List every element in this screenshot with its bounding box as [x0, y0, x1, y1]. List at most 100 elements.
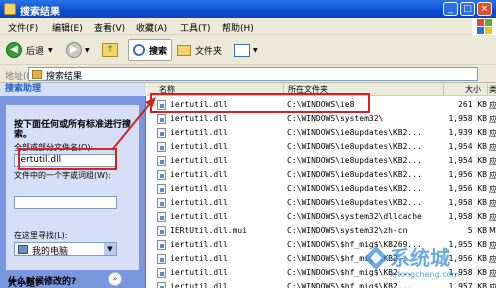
file-folder: C:\WINDOWS\ie8updates\KB2...	[287, 184, 422, 193]
file-name: iertutil.dll	[170, 184, 228, 193]
window-title: 搜索结果	[20, 7, 60, 18]
file-name: iertutil.dll	[170, 268, 228, 277]
lookin-value: 我的电脑	[32, 247, 69, 257]
watermark: 系统城 xitongcheng.com	[360, 240, 496, 288]
forward-arrow-icon: ▶	[66, 42, 82, 58]
file-type: M	[489, 226, 496, 235]
title-bar: 搜索结果 _ □ ×	[0, 0, 496, 18]
file-icon	[157, 170, 166, 180]
file-icon	[157, 226, 166, 236]
file-size: 1,958 KB	[448, 212, 487, 221]
chevron-down-icon: ▼	[253, 46, 258, 54]
file-type: 应	[489, 213, 496, 222]
file-name: iertutil.dll	[170, 212, 228, 221]
back-arrow-icon: ◀	[6, 42, 22, 58]
file-name: iertutil.dll	[170, 254, 228, 263]
watermark-text: 系统城	[390, 246, 450, 270]
file-size: 1,954 KB	[448, 156, 487, 165]
file-type: 应	[489, 199, 496, 208]
forward-button[interactable]: ▶ ▼	[66, 39, 90, 61]
menu-edit[interactable]: 编辑(E)	[52, 21, 83, 34]
close-button[interactable]: ×	[477, 2, 492, 16]
back-button[interactable]: ◀ 后退 ▼	[6, 39, 53, 61]
menu-tools[interactable]: 工具(T)	[180, 21, 211, 34]
file-type: 应	[489, 171, 496, 180]
search-button[interactable]: 搜索	[128, 39, 173, 61]
menu-file[interactable]: 文件(F)	[8, 21, 38, 34]
chevron-down-icon: ▼	[104, 243, 116, 255]
file-folder: C:\WINDOWS\ie8updates\KB2...	[287, 156, 422, 165]
word-input[interactable]	[14, 196, 117, 209]
column-divider[interactable]	[487, 84, 488, 95]
file-name: iertutil.dll	[170, 170, 228, 179]
file-icon	[157, 184, 166, 194]
file-icon	[157, 198, 166, 208]
address-input[interactable]: 搜索结果	[28, 67, 478, 82]
column-divider[interactable]	[443, 84, 444, 95]
column-size[interactable]: 大小	[465, 84, 481, 95]
file-name: IERtUtil.dll.mui	[170, 226, 248, 235]
file-name: iertutil.dll	[170, 282, 228, 288]
up-folder-button[interactable]: ↑	[102, 39, 118, 61]
minimize-button[interactable]: _	[443, 2, 458, 16]
table-row[interactable]: iertutil.dll C:\WINDOWS\ie8updates\KB2...…	[147, 154, 496, 168]
section-size[interactable]: 大小是?	[8, 276, 40, 288]
search-folder-icon	[32, 70, 42, 79]
lookin-label: 在这里寻找(L):	[14, 231, 68, 240]
file-folder: C:\WINDOWS\ie8updates\KB2...	[287, 142, 422, 151]
highlight-first-result	[150, 93, 370, 113]
address-bar: 地址(D) 搜索结果	[0, 65, 496, 83]
table-row[interactable]: iertutil.dll C:\WINDOWS\ie8updates\KB2...…	[147, 126, 496, 140]
file-size: 1,939 KB	[448, 128, 487, 137]
file-icon	[157, 282, 166, 288]
watermark-url: xitongcheng.com	[390, 270, 460, 279]
menu-help[interactable]: 帮助(H)	[222, 21, 254, 34]
table-row[interactable]: iertutil.dll C:\WINDOWS\ie8updates\KB2...…	[147, 168, 496, 182]
file-folder: C:\WINDOWS\system32\dllcache	[287, 212, 422, 221]
menu-view[interactable]: 查看(V)	[94, 21, 125, 34]
folders-button[interactable]: 文件夹	[177, 39, 222, 61]
menu-bar: 文件(F) 编辑(E) 查看(V) 收藏(A) 工具(T) 帮助(H)	[0, 18, 496, 35]
file-size: 1,956 KB	[448, 170, 487, 179]
file-size: 1,958 KB	[448, 114, 487, 123]
toolbar: ◀ 后退 ▼ ▶ ▼ ↑ 搜索 文件夹 ▼	[0, 35, 496, 65]
file-type: 应	[489, 143, 496, 152]
table-row[interactable]: iertutil.dll C:\WINDOWS\system32\dllcache…	[147, 210, 496, 224]
file-name: iertutil.dll	[170, 114, 228, 123]
up-folder-icon: ↑	[102, 43, 118, 57]
table-row[interactable]: iertutil.dll C:\WINDOWS\ie8updates\KB2...…	[147, 196, 496, 210]
file-size: 1,954 KB	[448, 142, 487, 151]
table-row[interactable]: IERtUtil.dll.mui C:\WINDOWS\system32\zh-c…	[147, 224, 496, 238]
address-value: 搜索结果	[46, 72, 83, 82]
file-type: 应	[489, 101, 496, 110]
lookin-select[interactable]: 我的电脑 ▼	[14, 242, 117, 257]
windows-logo-icon	[472, 18, 496, 35]
file-folder: C:\WINDOWS\ie8updates\KB2...	[287, 170, 422, 179]
table-row[interactable]: iertutil.dll C:\WINDOWS\system32\ 1,958 KB…	[147, 112, 496, 126]
chevron-down-icon: ▼	[85, 46, 90, 54]
menu-favorites[interactable]: 收藏(A)	[136, 21, 167, 34]
file-type: 应	[489, 157, 496, 166]
back-label: 后退	[26, 46, 45, 57]
word-label: 文件中的一个字或词组(W):	[14, 171, 111, 180]
file-folder: C:\WINDOWS\ie8updates\KB2...	[287, 128, 422, 137]
file-name: iertutil.dll	[170, 156, 228, 165]
folders-label: 文件夹	[195, 46, 223, 57]
search-icon	[133, 44, 145, 56]
file-icon	[157, 268, 166, 278]
file-name: iertutil.dll	[170, 240, 228, 249]
views-button[interactable]: ▼	[234, 39, 258, 61]
table-row[interactable]: iertutil.dll C:\WINDOWS\ie8updates\KB2...…	[147, 140, 496, 154]
expand-size-icon[interactable]: »	[108, 272, 122, 286]
file-size: 261 KB	[458, 100, 487, 109]
chevron-down-icon: ▼	[48, 46, 53, 54]
table-row[interactable]: iertutil.dll C:\WINDOWS\ie8updates\KB2...…	[147, 182, 496, 196]
file-size: 1,958 KB	[448, 198, 487, 207]
file-folder: C:\WINDOWS\system32\	[287, 114, 384, 123]
maximize-button[interactable]: □	[460, 2, 475, 16]
file-type: 应	[489, 129, 496, 138]
my-computer-icon	[18, 245, 28, 254]
column-type[interactable]: 类	[489, 84, 496, 95]
views-icon	[234, 43, 250, 57]
file-size: 5 KB	[467, 226, 487, 235]
